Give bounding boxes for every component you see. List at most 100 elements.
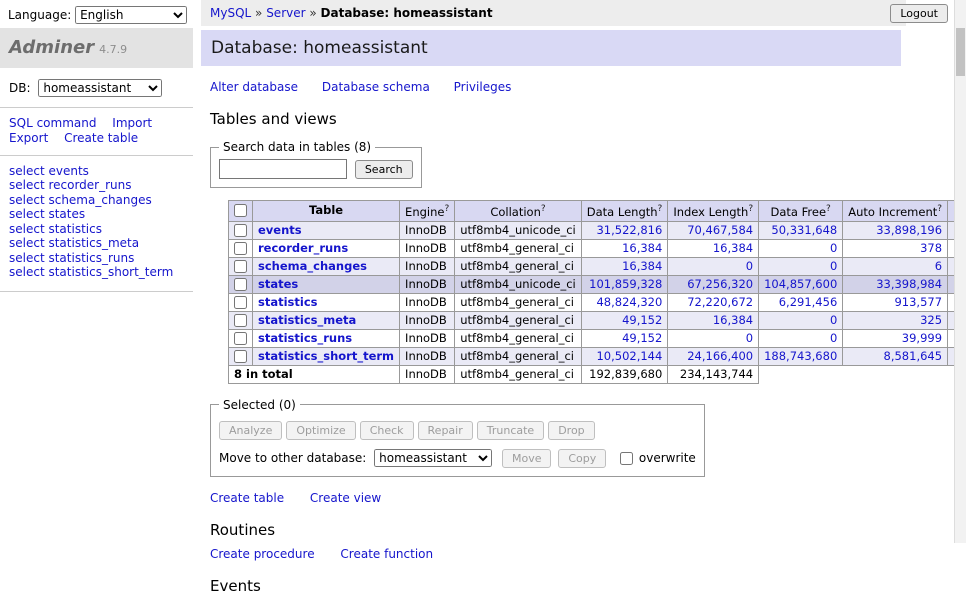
data-length-link[interactable]: 48,824,320 [596,295,662,309]
data-free-link[interactable]: 50,331,648 [771,223,837,237]
language-select[interactable]: English [75,6,187,24]
create-link[interactable]: Create view [310,491,381,505]
collation-cell: utf8mb4_general_ci [455,239,582,257]
table-name-link[interactable]: statistics_runs [258,331,352,345]
data-length-link[interactable]: 16,384 [622,241,662,255]
table-name-link[interactable]: statistics [258,295,318,309]
sidebar-action-link[interactable]: Import [112,116,152,130]
column-help-link[interactable]: ? [444,204,449,214]
column-header: Auto Increment? [843,201,948,222]
section-heading-events: Events [210,577,892,595]
index-length-link[interactable]: 70,467,584 [687,223,753,237]
overwrite-label[interactable]: overwrite [618,451,696,465]
sidebar-table-link[interactable]: select statistics_runs [9,252,184,265]
auto-increment-link[interactable]: 33,398,984 [876,277,942,291]
sidebar-table-link[interactable]: select states [9,208,184,221]
index-length-link[interactable]: 0 [746,259,753,273]
row-checkbox[interactable] [234,314,247,327]
column-help-link[interactable]: ? [748,204,753,214]
table-name-link[interactable]: states [258,277,298,291]
scrollbar[interactable] [954,0,966,543]
scrollbar-thumb[interactable] [956,28,965,76]
auto-increment-link[interactable]: 378 [920,241,942,255]
row-checkbox[interactable] [234,332,247,345]
column-help-link[interactable]: ? [658,204,663,214]
sidebar-table-link[interactable]: select schema_changes [9,194,184,207]
routine-link[interactable]: Create procedure [210,547,315,561]
index-length-link[interactable]: 16,384 [713,241,753,255]
breadcrumb-link[interactable]: MySQL [210,6,251,20]
table-name-link[interactable]: schema_changes [258,259,367,273]
breadcrumb-link[interactable]: Server [266,6,305,20]
engine-cell: InnoDB [400,365,455,383]
row-checkbox[interactable] [234,350,247,363]
data-length-link[interactable]: 101,859,328 [589,277,662,291]
data-free-link[interactable]: 188,743,680 [764,349,837,363]
data-length-link[interactable]: 49,152 [622,313,662,327]
db-select[interactable]: homeassistant [38,79,162,97]
sidebar-table-link[interactable]: select statistics_meta [9,237,184,250]
sidebar-table-link[interactable]: select recorder_runs [9,179,184,192]
select-all-cell [229,201,253,222]
auto-increment-link[interactable]: 33,898,196 [876,223,942,237]
data-free-link[interactable]: 0 [830,259,837,273]
row-checkbox[interactable] [234,224,247,237]
sidebar-table-link[interactable]: select statistics [9,223,184,236]
table-name-link[interactable]: statistics_meta [258,313,356,327]
column-help-link[interactable]: ? [826,204,831,214]
table-name-link[interactable]: recorder_runs [258,241,348,255]
index-length-link[interactable]: 16,384 [713,313,753,327]
index-length-cell: 70,467,584 [668,221,759,239]
db-nav-link[interactable]: Privileges [454,80,512,94]
table-name-link[interactable]: statistics_short_term [258,349,394,363]
data-free-link[interactable]: 0 [830,313,837,327]
sidebar-table-link[interactable]: select events [9,165,184,178]
data-free-link[interactable]: 104,857,600 [764,277,837,291]
select-all-checkbox[interactable] [234,204,247,217]
data-length-link[interactable]: 16,384 [622,259,662,273]
auto-increment-link[interactable]: 6 [935,259,942,273]
data-free-link[interactable]: 0 [830,331,837,345]
table-name-cell: schema_changes [253,257,400,275]
sidebar-action-link[interactable]: Export [9,131,48,145]
index-length-link[interactable]: 24,166,400 [687,349,753,363]
row-checkbox[interactable] [234,242,247,255]
overwrite-checkbox[interactable] [620,452,633,465]
data-free-link[interactable]: 0 [830,241,837,255]
index-length-link[interactable]: 72,220,672 [687,295,753,309]
search-button[interactable]: Search [355,160,413,179]
selected-fieldset: Selected (0) AnalyzeOptimizeCheckRepairT… [210,398,705,477]
data-length-link[interactable]: 10,502,144 [596,349,662,363]
row-checkbox[interactable] [234,278,247,291]
app-name: Adminer [9,37,94,58]
auto-increment-link[interactable]: 8,581,645 [884,349,943,363]
data-free-cell: 104,857,600 [759,275,843,293]
index-length-link[interactable]: 0 [746,331,753,345]
column-help-link[interactable]: ? [937,204,942,214]
column-help-link[interactable]: ? [541,204,546,214]
data-length-link[interactable]: 31,522,816 [596,223,662,237]
create-link[interactable]: Create table [210,491,284,505]
db-nav-link[interactable]: Alter database [210,80,298,94]
row-checkbox[interactable] [234,296,247,309]
engine-cell: InnoDB [400,311,455,329]
table-name-cell: recorder_runs [253,239,400,257]
table-name-link[interactable]: events [258,223,302,237]
auto-increment-link[interactable]: 913,577 [894,295,942,309]
sidebar-action-link[interactable]: Create table [64,131,138,145]
row-checkbox[interactable] [234,260,247,273]
search-input[interactable] [219,159,347,179]
routine-link[interactable]: Create function [340,547,433,561]
data-length-link[interactable]: 49,152 [622,331,662,345]
sidebar-action-link[interactable]: SQL command [9,116,96,130]
logout-button[interactable]: Logout [890,4,948,23]
index-length-link[interactable]: 67,256,320 [687,277,753,291]
column-header: Data Free? [759,201,843,222]
data-free-link[interactable]: 6,291,456 [779,295,838,309]
auto-increment-link[interactable]: 325 [920,313,942,327]
move-db-select[interactable]: homeassistant [374,449,492,467]
table-row: statistics_metaInnoDButf8mb4_general_ci4… [229,311,966,329]
db-nav-link[interactable]: Database schema [322,80,430,94]
auto-increment-link[interactable]: 39,999 [902,331,942,345]
sidebar-table-link[interactable]: select statistics_short_term [9,266,184,279]
